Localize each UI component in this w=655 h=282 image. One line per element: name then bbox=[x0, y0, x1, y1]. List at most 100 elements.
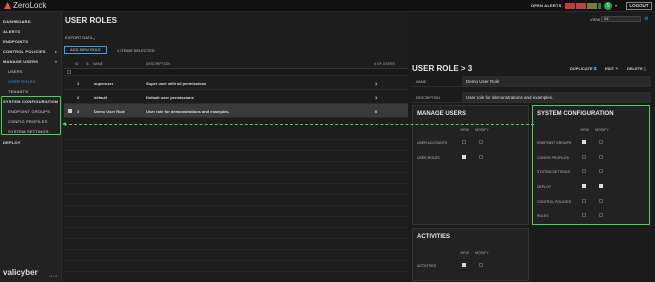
export-data-link[interactable]: EXPORT DATA ⤓ bbox=[65, 35, 95, 40]
control-policies-view-checkbox[interactable] bbox=[582, 199, 586, 203]
edit-button[interactable]: EDIT ✎ bbox=[605, 66, 619, 71]
manage-users-panel: MANAGE USERS VIEW MODIFY USER ACCOUNTS U… bbox=[412, 105, 529, 225]
column-name[interactable]: NAME bbox=[93, 62, 103, 66]
config-profiles-view-checkbox[interactable] bbox=[582, 155, 586, 159]
chevron-down-icon[interactable]: ▾ bbox=[615, 3, 617, 8]
items-selected-count: 1 ITEMS SELECTED bbox=[117, 48, 155, 53]
app-name: ZeroLock bbox=[13, 1, 47, 10]
rules-modify-checkbox[interactable] bbox=[599, 213, 603, 217]
column-description[interactable]: DESCRIPTION bbox=[146, 62, 170, 66]
permission-label: SYSTEM SETTINGS bbox=[537, 170, 570, 174]
description-label: DESCRIPTION bbox=[416, 96, 440, 100]
control-policies-modify-checkbox[interactable] bbox=[599, 199, 603, 203]
alert-count-medium[interactable] bbox=[587, 3, 597, 9]
sort-icon[interactable]: ⇅ bbox=[86, 62, 89, 66]
duplicate-label: DUPLICATE bbox=[570, 66, 593, 71]
activities-modify-checkbox[interactable] bbox=[479, 263, 483, 267]
table-row-selected[interactable]: 3 Demo User Role User role for demonstra… bbox=[64, 104, 408, 118]
description-field-row: DESCRIPTION User role for demonstrations… bbox=[412, 92, 651, 103]
app-logo[interactable]: ZeroLock bbox=[4, 1, 46, 10]
empty-row bbox=[64, 217, 408, 228]
row-name: superuser bbox=[94, 81, 114, 86]
download-icon: ⤓ bbox=[93, 35, 96, 40]
row-description: User role for demonstrations and example… bbox=[146, 109, 230, 114]
logout-button[interactable]: LOGOUT bbox=[626, 2, 652, 10]
permission-label: CONTROL POLICIES bbox=[537, 200, 572, 204]
table-header: ID ⇅ NAME DESCRIPTION # OF USERS bbox=[64, 61, 408, 69]
permission-label: CONFIG PROFILES bbox=[537, 156, 569, 160]
permission-label: ACTIVITIES bbox=[417, 264, 437, 268]
table-row[interactable]: 2 default Default user permissions 1 bbox=[64, 90, 408, 104]
version-label: v4.1.0 bbox=[49, 274, 58, 278]
gear-icon[interactable]: ⚙ bbox=[644, 16, 648, 22]
deploy-view-checkbox[interactable] bbox=[582, 184, 586, 188]
user-accounts-view-checkbox[interactable] bbox=[462, 140, 466, 144]
user-avatar[interactable]: S bbox=[604, 2, 612, 10]
table-filter-row bbox=[64, 69, 408, 76]
system-configuration-title: SYSTEM CONFIGURATION bbox=[537, 111, 614, 117]
alert-count-critical[interactable] bbox=[565, 3, 575, 9]
sidebar-item-alerts[interactable]: ALERTS bbox=[3, 29, 20, 34]
pencil-icon: ✎ bbox=[615, 66, 619, 71]
sidebar-item-dashboard[interactable]: DASHBOARD bbox=[3, 19, 31, 24]
sidebar-item-tenants[interactable]: TENANTS bbox=[8, 89, 28, 94]
alert-count-high[interactable] bbox=[576, 3, 586, 9]
empty-row bbox=[64, 162, 408, 173]
sidebar-item-control-policies[interactable]: CONTROL POLICIES bbox=[3, 49, 46, 54]
column-users[interactable]: # OF USERS bbox=[374, 62, 395, 66]
row-users: 1 bbox=[375, 81, 378, 86]
config-profiles-modify-checkbox[interactable] bbox=[599, 155, 603, 159]
delete-button[interactable]: DELETE ▯ bbox=[627, 66, 646, 71]
modify-column-header: MODIFY bbox=[475, 251, 489, 255]
permission-label: USER ACCOUNTS bbox=[417, 141, 448, 145]
activities-title: ACTIVITIES bbox=[417, 234, 451, 240]
activities-view-checkbox[interactable] bbox=[462, 263, 466, 267]
row-id: 1 bbox=[77, 81, 80, 86]
row-checkbox[interactable] bbox=[68, 109, 72, 113]
sidebar-item-manage-users[interactable]: MANAGE USERS bbox=[3, 59, 38, 64]
select-all-checkbox[interactable] bbox=[67, 70, 71, 74]
description-value: User role for demonstrations and example… bbox=[462, 92, 651, 102]
view-label: VIEW bbox=[590, 17, 601, 22]
sidebar-item-users[interactable]: USERS bbox=[8, 69, 23, 74]
sidebar-item-endpoint-groups[interactable]: ENDPOINT GROUPS bbox=[8, 109, 50, 114]
view-column-header: VIEW bbox=[460, 251, 469, 255]
endpoint-groups-modify-checkbox[interactable] bbox=[599, 140, 603, 144]
row-id: 2 bbox=[77, 95, 80, 100]
empty-row bbox=[64, 261, 408, 272]
deploy-modify-checkbox[interactable] bbox=[599, 184, 603, 188]
sidebar-item-system-configuration[interactable]: SYSTEM CONFIGURATION bbox=[3, 99, 58, 104]
system-configuration-panel: SYSTEM CONFIGURATION VIEW MODIFY ENDPOIN… bbox=[532, 105, 650, 225]
add-new-role-button[interactable]: ADD NEW ROLE bbox=[64, 46, 107, 54]
table-row[interactable]: 1 superuser Super user with all permissi… bbox=[64, 76, 408, 90]
view-select[interactable]: All bbox=[601, 16, 641, 22]
empty-row bbox=[64, 151, 408, 162]
user-accounts-modify-checkbox[interactable] bbox=[479, 140, 483, 144]
sidebar-item-config-profiles[interactable]: CONFIG PROFILES bbox=[8, 119, 47, 124]
empty-row bbox=[64, 195, 408, 206]
chevron-down-icon: ▾ bbox=[55, 99, 58, 104]
sidebar-item-system-settings[interactable]: SYSTEM SETTINGS bbox=[8, 129, 49, 134]
empty-row bbox=[64, 140, 408, 151]
endpoint-groups-view-checkbox[interactable] bbox=[582, 140, 586, 144]
system-settings-view-checkbox[interactable] bbox=[582, 169, 586, 173]
row-name: default bbox=[94, 95, 108, 100]
top-bar: ZeroLock OPEN ALERTS S ▾ LOGOUT bbox=[0, 0, 655, 12]
sidebar-item-user-roles[interactable]: USER ROLES bbox=[8, 79, 36, 84]
user-roles-modify-checkbox[interactable] bbox=[479, 155, 483, 159]
permission-label: DEPLOY bbox=[537, 185, 552, 189]
duplicate-button[interactable]: DUPLICATE ⧉ bbox=[570, 66, 597, 71]
permission-label: ENDPOINT GROUPS bbox=[537, 141, 572, 145]
empty-row bbox=[64, 129, 408, 140]
user-roles-view-checkbox[interactable] bbox=[462, 155, 466, 159]
rules-view-checkbox[interactable] bbox=[582, 213, 586, 217]
alert-count-low[interactable] bbox=[598, 3, 601, 9]
sidebar-item-endpoints[interactable]: ENDPOINTS bbox=[3, 39, 28, 44]
sidebar-item-deploy[interactable]: DEPLOY bbox=[3, 140, 21, 145]
open-alerts-label: OPEN ALERTS bbox=[531, 3, 562, 8]
trash-icon: ▯ bbox=[643, 66, 647, 71]
system-settings-modify-checkbox[interactable] bbox=[599, 169, 603, 173]
zerolock-logo-icon bbox=[4, 2, 11, 9]
column-id[interactable]: ID bbox=[75, 62, 79, 66]
row-users: 0 bbox=[375, 109, 378, 114]
